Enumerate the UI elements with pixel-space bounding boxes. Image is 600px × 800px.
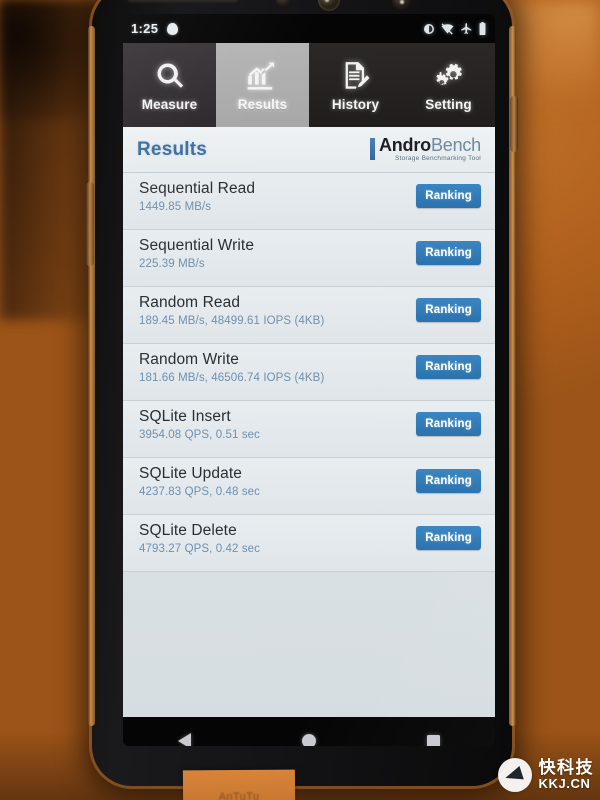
row-text-group: Random Read 189.45 MB/s, 48499.61 IOPS (… (139, 294, 324, 327)
logo-andro: Andro (378, 135, 431, 156)
table-row[interactable]: Sequential Read 1449.85 MB/s Ranking (123, 173, 495, 230)
paper-card: AnTuTu (182, 769, 296, 800)
row-text-group: SQLite Update 4237.83 QPS, 0.48 sec (139, 465, 260, 498)
result-title: Sequential Write (139, 237, 255, 254)
wifi-off-icon (441, 22, 454, 35)
document-pen-icon (342, 59, 370, 93)
secondary-camera-icon (392, 0, 411, 10)
ranking-button[interactable]: Ranking (416, 412, 481, 436)
front-camera-icon (318, 0, 340, 11)
watermark-logo-icon (497, 758, 532, 792)
result-title: SQLite Insert (139, 408, 231, 425)
phone-screen: 1:25 Measure Results History Setting Res… (123, 14, 495, 746)
table-row[interactable]: Random Read 189.45 MB/s, 48499.61 IOPS (… (123, 287, 495, 344)
result-value: 225.39 MB/s (139, 258, 205, 270)
result-value: 4793.27 QPS, 0.42 sec (139, 543, 261, 555)
table-row[interactable]: SQLite Update 4237.83 QPS, 0.48 sec Rank… (123, 458, 495, 515)
recents-icon[interactable] (426, 734, 440, 746)
app-content: Results AndroBench Storage Benchmarking … (123, 127, 495, 717)
tab-results[interactable]: Results (216, 43, 309, 127)
tab-bar: Measure Results History Setting (123, 43, 495, 127)
tab-history[interactable]: History (309, 43, 402, 127)
logo-text-group: AndroBench Storage Benchmarking Tool (379, 136, 481, 163)
earpiece-speaker (128, 0, 238, 2)
ranking-button[interactable]: Ranking (416, 526, 481, 550)
watermark: 快科技 KKJ.CN (497, 758, 595, 792)
results-list: Sequential Read 1449.85 MB/s Ranking Seq… (123, 173, 495, 572)
do-not-disturb-icon (424, 23, 434, 34)
result-title: SQLite Delete (139, 522, 237, 539)
watermark-text-group: 快科技 KKJ.CN (539, 759, 595, 790)
photo-scene: 1:25 Measure Results History Setting Res… (0, 0, 600, 800)
result-value: 3954.08 QPS, 0.51 sec (139, 429, 261, 441)
result-value: 189.45 MB/s, 48499.61 IOPS (4KB) (139, 315, 325, 327)
row-text-group: SQLite Insert 3954.08 QPS, 0.51 sec (139, 408, 260, 441)
ranking-button[interactable]: Ranking (416, 184, 481, 208)
volume-button[interactable] (86, 182, 94, 266)
tab-measure-label: Measure (141, 96, 198, 112)
logo-accent-bar (369, 138, 375, 161)
result-title: Random Read (139, 294, 241, 311)
logo-bench: Bench (430, 135, 481, 156)
home-icon[interactable] (301, 734, 316, 746)
result-title: SQLite Update (139, 465, 242, 482)
proximity-sensor-icon (276, 0, 292, 8)
magnifier-icon (155, 59, 185, 93)
ranking-button[interactable]: Ranking (416, 241, 481, 265)
ranking-button[interactable]: Ranking (416, 469, 481, 493)
table-row[interactable]: SQLite Insert 3954.08 QPS, 0.51 sec Rank… (123, 401, 495, 458)
tab-setting-label: Setting (425, 96, 472, 112)
arrow-icon (503, 766, 524, 785)
airplane-mode-icon (461, 23, 472, 34)
gears-icon (433, 59, 465, 93)
logo-subtitle: Storage Benchmarking Tool (395, 155, 481, 163)
table-row[interactable]: Sequential Write 225.39 MB/s Ranking (123, 230, 495, 287)
notification-dot-icon (167, 22, 179, 35)
tab-history-label: History (331, 96, 380, 112)
ranking-button[interactable]: Ranking (416, 298, 481, 322)
watermark-en: KKJ.CN (538, 776, 591, 792)
result-value: 181.66 MB/s, 46506.74 IOPS (4KB) (139, 372, 325, 384)
status-time: 1:25 (131, 21, 159, 36)
table-row[interactable]: Random Write 181.66 MB/s, 46506.74 IOPS … (123, 344, 495, 401)
power-button[interactable] (510, 96, 518, 152)
bar-chart-icon (247, 59, 279, 93)
paper-card-text: AnTuTu (218, 790, 260, 800)
status-bar: 1:25 (123, 14, 495, 43)
tab-setting[interactable]: Setting (402, 43, 495, 127)
battery-icon (479, 22, 486, 35)
ranking-button[interactable]: Ranking (416, 355, 481, 379)
row-text-group: Random Write 181.66 MB/s, 46506.74 IOPS … (139, 351, 324, 384)
row-text-group: SQLite Delete 4793.27 QPS, 0.42 sec (139, 522, 260, 555)
result-value: 4237.83 QPS, 0.48 sec (139, 486, 261, 498)
row-text-group: Sequential Read 1449.85 MB/s (139, 180, 255, 213)
result-title: Sequential Read (139, 180, 256, 197)
watermark-cn: 快科技 (538, 758, 594, 778)
phone-frame-left (88, 26, 95, 726)
page-title: Results (137, 138, 208, 160)
logo-wordmark: AndroBench (379, 136, 481, 154)
result-value: 1449.85 MB/s (139, 201, 212, 213)
tab-results-label: Results (237, 96, 288, 112)
table-row[interactable]: SQLite Delete 4793.27 QPS, 0.42 sec Rank… (123, 515, 495, 572)
status-icons-group (423, 22, 487, 35)
background-shadow-topleft (0, 0, 95, 120)
androbench-logo: AndroBench Storage Benchmarking Tool (369, 136, 481, 163)
app-header: Results AndroBench Storage Benchmarking … (123, 127, 495, 173)
phone-device: 1:25 Measure Results History Setting Res… (86, 0, 518, 786)
back-icon[interactable] (178, 733, 192, 746)
result-title: Random Write (139, 351, 239, 368)
row-text-group: Sequential Write 225.39 MB/s (139, 237, 254, 270)
tab-measure[interactable]: Measure (123, 43, 216, 127)
android-nav-bar (123, 717, 495, 746)
